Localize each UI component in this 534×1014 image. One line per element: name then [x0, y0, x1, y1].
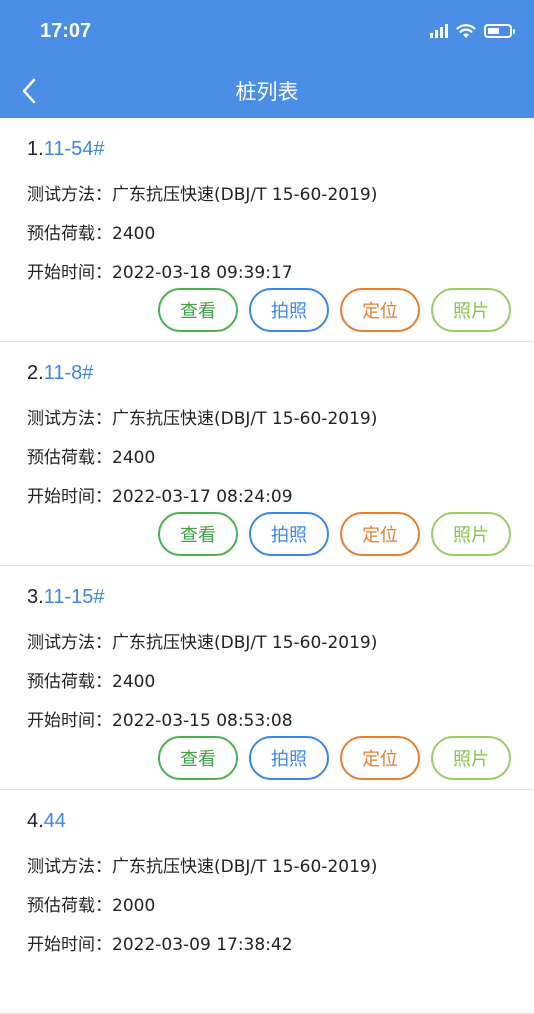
start-value: 2022-03-18 09:39:17 [112, 263, 293, 283]
start-label: 开始时间： [27, 263, 112, 283]
action-buttons: 查看 拍照 定位 照片 [158, 512, 511, 556]
start-time-row: 开始时间：2022-03-15 08:53:08 [27, 706, 293, 731]
list-item: 3.11-15# 测试方法：广东抗压快速(DBJ/T 15-60-2019) 预… [0, 566, 534, 790]
start-label: 开始时间： [27, 487, 112, 507]
load-label: 预估荷载： [27, 448, 112, 468]
start-value: 2022-03-15 08:53:08 [112, 711, 293, 731]
method-row: 测试方法：广东抗压快速(DBJ/T 15-60-2019) [27, 852, 377, 877]
method-value: 广东抗压快速(DBJ/T 15-60-2019) [112, 857, 378, 877]
locate-button[interactable]: 定位 [340, 736, 420, 780]
start-value: 2022-03-09 17:38:42 [112, 935, 293, 955]
start-time-row: 开始时间：2022-03-18 09:39:17 [27, 258, 293, 283]
load-value: 2400 [112, 672, 156, 692]
take-photo-button[interactable]: 拍照 [249, 736, 329, 780]
load-row: 预估荷载：2000 [27, 891, 155, 916]
item-title: 1.11-54# [27, 138, 104, 161]
take-photo-button[interactable]: 拍照 [249, 288, 329, 332]
start-label: 开始时间： [27, 935, 112, 955]
load-row: 预估荷载：2400 [27, 667, 155, 692]
method-row: 测试方法：广东抗压快速(DBJ/T 15-60-2019) [27, 628, 377, 653]
load-row: 预估荷载：2400 [27, 219, 155, 244]
locate-button[interactable]: 定位 [340, 288, 420, 332]
signal-icon [430, 24, 448, 38]
load-value: 2400 [112, 448, 156, 468]
list-item: 2.11-8# 测试方法：广东抗压快速(DBJ/T 15-60-2019) 预估… [0, 342, 534, 566]
view-button[interactable]: 查看 [158, 736, 238, 780]
load-label: 预估荷载： [27, 224, 112, 244]
method-label: 测试方法： [27, 185, 112, 205]
status-time: 17:07 [40, 20, 92, 42]
pile-code-link[interactable]: 44 [44, 810, 66, 832]
item-title: 2.11-8# [27, 362, 93, 385]
start-time-row: 开始时间：2022-03-09 17:38:42 [27, 930, 293, 955]
locate-button[interactable]: 定位 [340, 512, 420, 556]
app-header: 17:07 桩列表 [0, 0, 534, 118]
method-row: 测试方法：广东抗压快速(DBJ/T 15-60-2019) [27, 180, 377, 205]
wifi-icon [456, 24, 476, 38]
item-index: 4. [27, 810, 44, 832]
start-label: 开始时间： [27, 711, 112, 731]
start-time-row: 开始时间：2022-03-17 08:24:09 [27, 482, 293, 507]
load-row: 预估荷载：2400 [27, 443, 155, 468]
list-item: 4.44 测试方法：广东抗压快速(DBJ/T 15-60-2019) 预估荷载：… [0, 790, 534, 1014]
take-photo-button[interactable]: 拍照 [249, 512, 329, 556]
status-icons [430, 23, 515, 39]
item-title: 3.11-15# [27, 586, 104, 609]
method-value: 广东抗压快速(DBJ/T 15-60-2019) [112, 409, 378, 429]
pile-code-link[interactable]: 11-8# [44, 362, 94, 384]
photos-button[interactable]: 照片 [431, 288, 511, 332]
list-item: 1.11-54# 测试方法：广东抗压快速(DBJ/T 15-60-2019) 预… [0, 118, 534, 342]
action-buttons: 查看 拍照 定位 照片 [158, 288, 511, 332]
method-label: 测试方法： [27, 857, 112, 877]
load-label: 预估荷载： [27, 672, 112, 692]
photos-button[interactable]: 照片 [431, 512, 511, 556]
load-value: 2000 [112, 896, 156, 916]
method-label: 测试方法： [27, 633, 112, 653]
method-label: 测试方法： [27, 409, 112, 429]
page-title: 桩列表 [235, 81, 299, 104]
item-title: 4.44 [27, 810, 66, 833]
view-button[interactable]: 查看 [158, 288, 238, 332]
load-value: 2400 [112, 224, 156, 244]
item-index: 3. [27, 586, 44, 608]
pile-list: 1.11-54# 测试方法：广东抗压快速(DBJ/T 15-60-2019) 预… [0, 118, 534, 1014]
action-buttons: 查看 拍照 定位 照片 [158, 736, 511, 780]
item-index: 2. [27, 362, 44, 384]
method-row: 测试方法：广东抗压快速(DBJ/T 15-60-2019) [27, 404, 377, 429]
pile-code-link[interactable]: 11-15# [44, 586, 105, 608]
item-index: 1. [27, 138, 44, 160]
view-button[interactable]: 查看 [158, 512, 238, 556]
pile-code-link[interactable]: 11-54# [44, 138, 105, 160]
photos-button[interactable]: 照片 [431, 736, 511, 780]
load-label: 预估荷载： [27, 896, 112, 916]
method-value: 广东抗压快速(DBJ/T 15-60-2019) [112, 633, 378, 653]
start-value: 2022-03-17 08:24:09 [112, 487, 293, 507]
battery-icon [484, 24, 515, 38]
method-value: 广东抗压快速(DBJ/T 15-60-2019) [112, 185, 378, 205]
